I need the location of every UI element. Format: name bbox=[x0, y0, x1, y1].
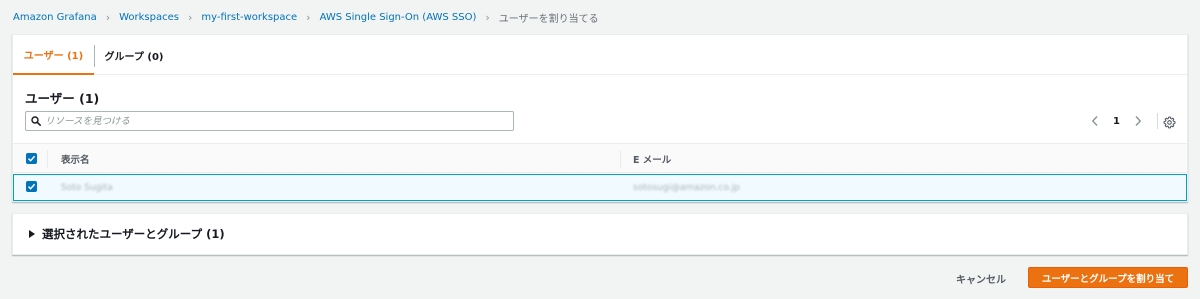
chevron-right-icon: › bbox=[187, 10, 193, 24]
page-number[interactable]: 1 bbox=[1113, 116, 1120, 127]
chevron-left-icon bbox=[1091, 116, 1098, 126]
assign-users-groups-button[interactable]: ユーザーとグループを割り当て bbox=[1028, 267, 1188, 288]
column-divider bbox=[620, 150, 621, 168]
gear-icon bbox=[1163, 116, 1176, 129]
column-header-display-name[interactable]: 表示名 bbox=[61, 144, 90, 174]
settings-button[interactable] bbox=[1163, 114, 1176, 133]
breadcrumb: Amazon Grafana › Workspaces › my-first-w… bbox=[13, 9, 599, 25]
chevron-right-icon: › bbox=[105, 10, 111, 24]
cell-display-name: Soto Sugita bbox=[61, 182, 113, 193]
selected-section-title: 選択されたユーザーとグループ (1) bbox=[42, 227, 225, 241]
table-row[interactable]: Soto Sugita sotosugi@amazon.co.jp bbox=[13, 174, 1187, 201]
tab-users[interactable]: ユーザー (1) bbox=[13, 35, 94, 75]
tab-groups[interactable]: グループ (0) bbox=[94, 35, 174, 75]
tab-bar: ユーザー (1) グループ (0) bbox=[13, 35, 1187, 75]
breadcrumb-workspace[interactable]: my-first-workspace bbox=[201, 12, 297, 23]
pagination: 1 bbox=[1091, 113, 1142, 129]
breadcrumb-workspaces[interactable]: Workspaces bbox=[119, 12, 179, 23]
breadcrumb-amazon-grafana[interactable]: Amazon Grafana bbox=[13, 12, 97, 23]
select-all-checkbox[interactable] bbox=[26, 153, 37, 164]
search-input[interactable] bbox=[45, 115, 485, 127]
checkmark-icon bbox=[27, 183, 36, 190]
cell-email: sotosugi@amazon.co.jp bbox=[633, 182, 740, 193]
cancel-button[interactable]: キャンセル bbox=[946, 268, 1016, 288]
checkmark-icon bbox=[27, 155, 36, 162]
pager-divider bbox=[1157, 113, 1158, 129]
breadcrumb-current: ユーザーを割り当てる bbox=[498, 13, 599, 25]
column-divider bbox=[47, 150, 48, 168]
search-icon bbox=[31, 116, 41, 126]
selected-users-groups-expander[interactable]: 選択されたユーザーとグループ (1) bbox=[12, 213, 1188, 255]
chevron-right-icon: › bbox=[485, 10, 490, 24]
breadcrumb-aws-sso[interactable]: AWS Single Sign-On (AWS SSO) bbox=[320, 12, 477, 23]
previous-page-button[interactable] bbox=[1091, 115, 1099, 127]
row-checkbox[interactable] bbox=[26, 181, 37, 192]
users-section-title: ユーザー (1) bbox=[25, 91, 100, 106]
caret-right-icon bbox=[29, 230, 35, 238]
column-header-email[interactable]: E メール bbox=[633, 144, 671, 174]
users-groups-panel: ユーザー (1) グループ (0) ユーザー (1) 1 bbox=[12, 34, 1188, 202]
chevron-right-icon bbox=[1135, 116, 1142, 126]
search-field[interactable] bbox=[25, 111, 514, 131]
table-header: 表示名 E メール bbox=[13, 143, 1187, 173]
next-page-button[interactable] bbox=[1134, 115, 1142, 127]
chevron-right-icon: › bbox=[306, 10, 311, 24]
